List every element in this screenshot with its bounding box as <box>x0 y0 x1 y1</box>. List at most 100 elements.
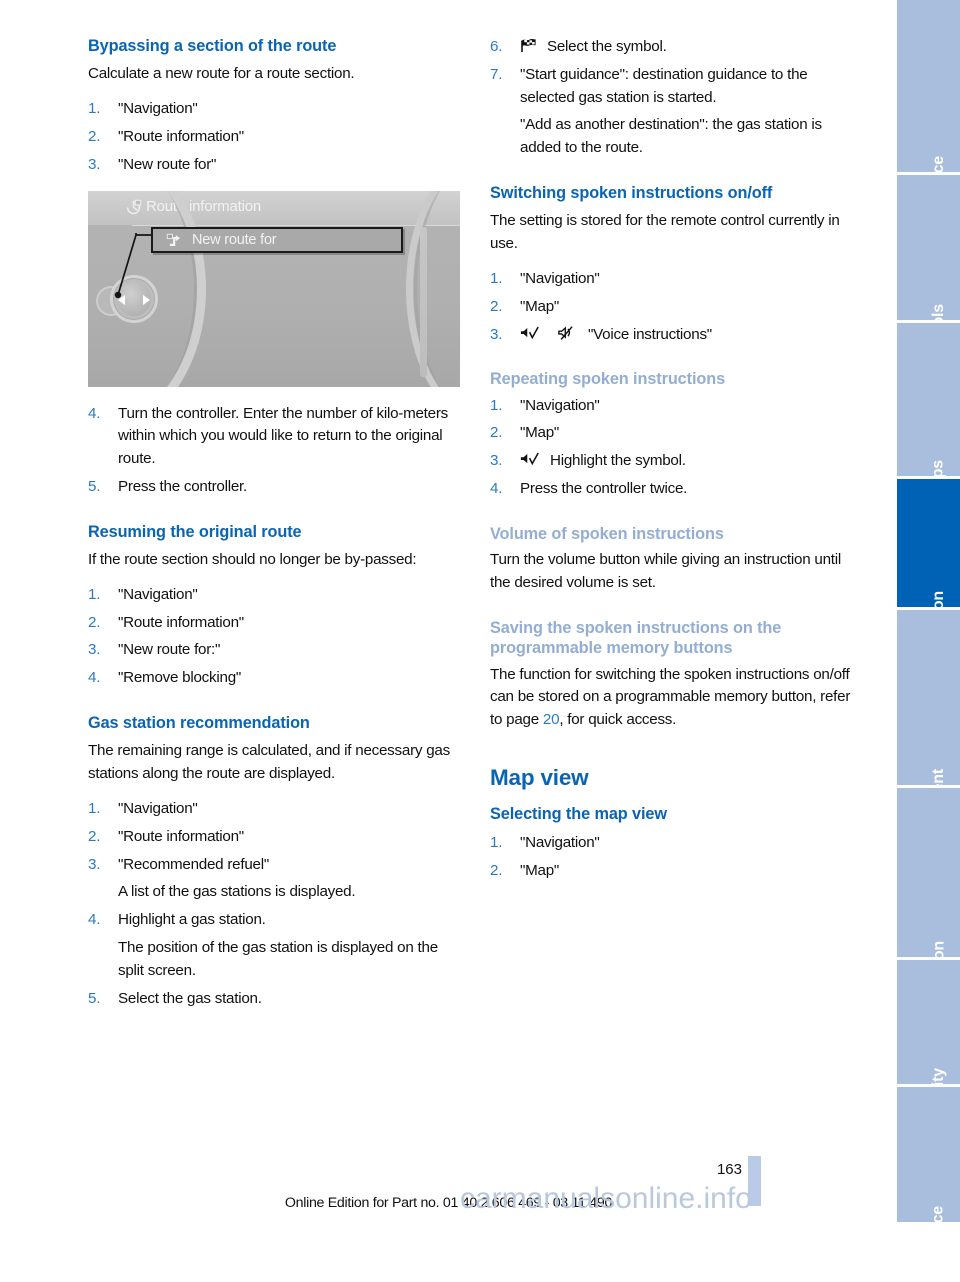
step-number: 1. <box>88 585 101 603</box>
heading-repeating-spoken-instructions: Repeating spoken instructions <box>490 370 726 389</box>
step-number: 6. <box>490 38 503 55</box>
step-text: "Navigation" <box>118 100 198 118</box>
list-item: 4. "Remove blocking" <box>88 667 460 690</box>
list-item: 2. "Route information" <box>88 826 460 849</box>
step-number: 3. <box>490 452 503 470</box>
list-item: 4. Press the controller twice. <box>490 478 862 501</box>
callout-leader-line <box>114 232 151 298</box>
step-number: 1. <box>490 833 503 851</box>
steps-bypassing-after-figure: 4. Turn the controller. Enter the number… <box>88 403 460 499</box>
list-item: 2. "Map" <box>490 296 862 319</box>
step-number: 2. <box>490 424 503 442</box>
step-note: A list of the gas stations is displayed. <box>118 883 356 901</box>
list-item: 5. Select the gas station. <box>88 988 460 1011</box>
speaker-check-icon <box>520 452 539 466</box>
screen-menu-item-new-route[interactable]: New route for <box>151 226 403 253</box>
step-text: "Navigation" <box>118 585 198 603</box>
step-number: 4. <box>490 480 503 498</box>
step-text: "Remove blocking" <box>118 669 242 687</box>
steps-gas-station-recommendation: 1. "Navigation" 2. "Route information" 3… <box>88 798 460 1010</box>
step-text: Turn the controller. Enter the number of… <box>118 404 448 468</box>
step-number: 1. <box>88 100 101 118</box>
step-text: "New route for:" <box>118 641 221 659</box>
step-text: Press the controller. <box>118 477 247 495</box>
sidebar-item-at-a-glance[interactable]: At a glance <box>897 0 960 239</box>
right-column: 6. Select the symbol. 7. "Start guidance… <box>490 36 862 896</box>
step-text: "Route information" <box>118 613 244 631</box>
sidebar-item-navigation[interactable]: Navigation <box>897 479 960 671</box>
body-volume-spoken-instructions: Turn the volume button while giving an i… <box>490 551 841 592</box>
sidebar-item-reference[interactable]: Reference <box>897 1087 960 1282</box>
step-text: Select the symbol. <box>546 38 667 55</box>
intro-resuming-original-route: If the route section should no longer be… <box>88 551 417 569</box>
step-number: 5. <box>88 477 101 495</box>
step-number: 4. <box>88 669 101 687</box>
list-item: 2. "Route information" <box>88 612 460 635</box>
intro-gas-station-recommendation: The remaining range is calculated, and i… <box>88 742 450 783</box>
page-number: 163 <box>716 1161 742 1178</box>
step-text: "Map" <box>520 297 560 315</box>
list-item: 5. Press the controller. <box>88 476 460 499</box>
body-saving-spoken-instructions: The function for switching the spoken in… <box>490 664 862 732</box>
step-note: The position of the gas station is displ… <box>118 939 438 979</box>
sidebar-item-mobility[interactable]: Mobility <box>897 960 960 1127</box>
heading-map-view: Map view <box>490 764 589 790</box>
list-item: 7. "Start guidance": destination guidanc… <box>490 64 862 160</box>
step-text: Highlight a gas station. <box>118 911 266 929</box>
list-item: 1. "Navigation" <box>490 268 862 291</box>
step-text: "Map" <box>520 861 560 879</box>
steps-repeating-spoken-instructions: 1. "Navigation" 2. "Map" 3. Highlight th… <box>490 395 862 501</box>
heading-selecting-map-view: Selecting the map view <box>490 805 667 824</box>
step-number: 3. <box>88 155 101 173</box>
sidebar-item-driving-tips[interactable]: Driving tips <box>897 323 960 546</box>
step-number: 7. <box>490 65 503 83</box>
step-text: "New route for" <box>118 155 217 173</box>
sidebar-item-controls[interactable]: Controls <box>897 175 960 368</box>
list-item: 3. "New route for:" <box>88 639 460 662</box>
manual-page: Bypassing a section of the route Calcula… <box>0 0 960 1282</box>
list-item: 4. Highlight a gas station. The position… <box>88 909 460 982</box>
chapter-tab-rail: At a glance Controls Driving tips Naviga… <box>897 0 960 1282</box>
step-number: 4. <box>88 404 101 422</box>
step-text: "Voice instructions" <box>587 325 712 343</box>
step-number: 2. <box>88 613 101 631</box>
list-item: 2. "Map" <box>490 860 862 883</box>
sidebar-item-entertainment[interactable]: Entertainment <box>897 610 960 874</box>
left-column: Bypassing a section of the route Calcula… <box>88 36 460 1024</box>
step-text: Highlight the symbol. <box>549 452 686 470</box>
intro-bypassing-section: Calculate a new route for a route sectio… <box>88 65 355 83</box>
new-route-icon <box>166 233 181 246</box>
steps-switching-spoken-instructions: 1. "Navigation" 2. "Map" 3. "Voice instr… <box>490 268 862 346</box>
step-number: 3. <box>490 325 503 343</box>
step-number: 3. <box>88 855 101 873</box>
footer-edition-note: Online Edition for Part no. 01 40 2 606 … <box>284 1195 613 1211</box>
step-number: 4. <box>88 911 101 929</box>
step-number: 2. <box>88 827 101 845</box>
heading-gas-station-recommendation: Gas station recommendation <box>88 714 310 733</box>
sidebar-item-communication[interactable]: Communication <box>897 788 960 1059</box>
step-number: 2. <box>88 127 101 145</box>
step-text: "Recommended refuel" <box>118 855 269 873</box>
steps-selecting-map-view: 1. "Navigation" 2. "Map" <box>490 832 862 883</box>
steps-gas-station-continued: 6. Select the symbol. 7. "Start guidance… <box>490 36 862 160</box>
step-text: "Map" <box>520 424 560 442</box>
list-item: 2. "Map" <box>490 422 862 445</box>
heading-resuming-original-route: Resuming the original route <box>88 522 302 541</box>
intro-switching-spoken-instructions: The setting is stored for the remote con… <box>490 212 840 253</box>
list-item: 1. "Navigation" <box>490 832 862 855</box>
list-item: 4. Turn the controller. Enter the number… <box>88 403 460 471</box>
list-item: 3. "Recommended refuel" A list of the ga… <box>88 854 460 905</box>
step-text: "Navigation" <box>520 396 600 414</box>
steps-bypassing-before-figure: 1. "Navigation" 2. "Route information" 3… <box>88 98 460 176</box>
list-item: 1. "Navigation" <box>88 798 460 821</box>
step-note: "Add as another destination": the gas st… <box>520 116 822 157</box>
list-item: 1. "Navigation" <box>88 98 460 121</box>
step-text: "Route information" <box>118 127 244 145</box>
step-number: 1. <box>490 269 503 287</box>
idrive-screen-figure: Route information New route for <box>88 190 460 387</box>
step-number: 2. <box>490 297 503 315</box>
heading-saving-spoken-instructions: Saving the spoken instructions on the pr… <box>490 618 782 658</box>
list-item: 3. Highlight the symbol. <box>490 450 862 473</box>
page-reference-link[interactable]: 20 <box>543 711 560 728</box>
step-number: 2. <box>490 861 503 879</box>
